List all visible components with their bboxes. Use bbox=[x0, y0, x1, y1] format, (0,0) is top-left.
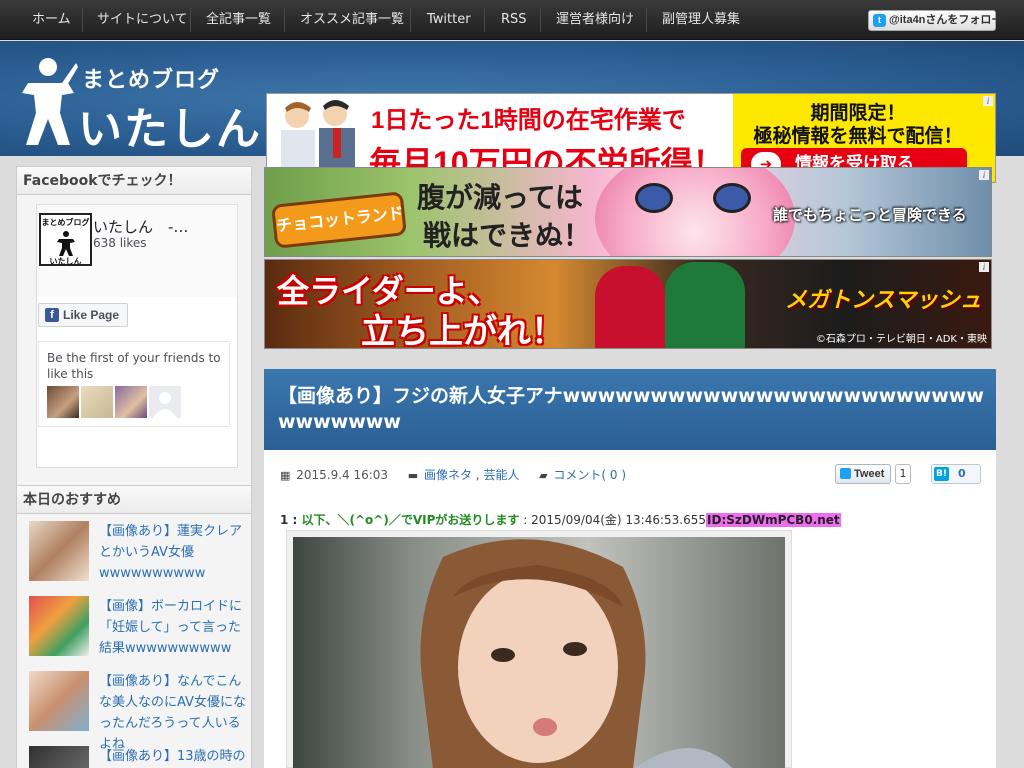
facebook-page-avatar[interactable]: まとめブログ いたしん bbox=[39, 213, 92, 266]
post-number: 1 : bbox=[280, 513, 302, 527]
friend-avatar[interactable] bbox=[115, 386, 147, 418]
logo-title[interactable]: いたしん bbox=[78, 93, 262, 157]
category-link-celebrity[interactable]: 芸能人 bbox=[483, 468, 519, 482]
facebook-friends-text: Be the first of your friends to like thi… bbox=[47, 351, 221, 381]
facebook-like-button[interactable]: f Like Page bbox=[38, 303, 128, 327]
recommend-title[interactable]: 【画像あり】13歳の時の bbox=[99, 746, 247, 767]
friend-avatar[interactable] bbox=[81, 386, 113, 418]
ad-info-icon[interactable]: i bbox=[983, 96, 993, 106]
hatena-bookmark-button[interactable]: B! 0 bbox=[931, 464, 981, 484]
twitter-bird-icon: t bbox=[873, 14, 886, 27]
recommend-title[interactable]: 【画像あり】なんでこんな美人なのにAV女優になったんだろうって人いるよね bbox=[99, 671, 247, 755]
comments-link[interactable]: コメント( 0 ) bbox=[553, 468, 626, 482]
recommend-title[interactable]: 【画像あり】蓮実クレアとかいうAV女優wwwwwwwwww bbox=[99, 521, 247, 584]
article-image-frame bbox=[286, 530, 792, 768]
nav-recommended[interactable]: オススメ記事一覧 bbox=[300, 0, 404, 40]
logo-subtitle[interactable]: まとめブログ bbox=[82, 62, 220, 94]
recommend-thumbnail[interactable] bbox=[29, 671, 89, 731]
nav-twitter[interactable]: Twitter bbox=[427, 0, 471, 40]
facebook-friends-box: Be the first of your friends to like thi… bbox=[38, 341, 230, 427]
choco-tagline: 誰でもちょこっと冒険できる bbox=[773, 206, 967, 224]
post-datetime: : 2015/09/04(金) 13:46:53.655 bbox=[519, 513, 707, 527]
anime-character-illustration bbox=[595, 168, 795, 256]
hatena-count: 0 bbox=[958, 467, 966, 480]
character-eye bbox=[635, 183, 673, 213]
article-date: 2015.9.4 16:03 bbox=[296, 468, 389, 482]
choco-headline-2: 戦はできぬ！ bbox=[423, 219, 592, 252]
rider-hero-illustration bbox=[665, 262, 745, 348]
ad-headline: 1日たった1時間の在宅作業で bbox=[371, 107, 686, 134]
follow-label: @ita4nさんをフォロー bbox=[889, 14, 1003, 26]
nav-divider bbox=[540, 8, 541, 32]
nav-divider bbox=[646, 8, 647, 32]
like-button-label: Like Page bbox=[63, 308, 120, 322]
calendar-icon: ▦ bbox=[280, 469, 291, 482]
nav-divider bbox=[82, 8, 83, 32]
category-link-image-neta[interactable]: 画像ネタ bbox=[424, 468, 472, 482]
tweet-button[interactable]: Tweet bbox=[835, 464, 891, 484]
nav-home[interactable]: ホーム bbox=[32, 0, 71, 40]
facebook-box-title: Facebookでチェック！ bbox=[17, 167, 251, 195]
rider-hero-illustration bbox=[595, 266, 665, 348]
avatar-small-text: まとめブログ bbox=[41, 218, 90, 227]
facebook-page-name[interactable]: いたしん -… bbox=[93, 216, 188, 237]
megaton-smash-logo: メガトンスマッシュ bbox=[785, 288, 982, 313]
post-author: 以下、＼(^o^)／でVIPがお送りします bbox=[301, 513, 520, 527]
nav-sub-admin[interactable]: 副管理人募集 bbox=[662, 0, 740, 40]
top-nav: ホーム サイトについて 全記事一覧 オススメ記事一覧 Twitter RSS 運… bbox=[0, 0, 1024, 40]
post-header: 1 : 以下、＼(^o^)／でVIPがお送りします : 2015/09/04(金… bbox=[280, 511, 841, 528]
article-header: 【画像あり】フジの新人女子アナwwwwwwwwwwwwwwwwwwwwwwwww… bbox=[264, 369, 996, 450]
article-photo[interactable] bbox=[293, 537, 785, 768]
twitter-follow-button[interactable]: t @ita4nさんをフォロー bbox=[868, 10, 1002, 31]
nav-about[interactable]: サイトについて bbox=[97, 0, 188, 40]
nav-all-articles[interactable]: 全記事一覧 bbox=[206, 0, 271, 40]
hatena-bookmark-icon: B! bbox=[934, 467, 949, 481]
comment-icon: ▰ bbox=[539, 469, 548, 482]
chocottoland-ad-banner[interactable]: チョコットランド 腹が減っては 戦はできぬ！ 誰でもちょこっと冒険できる i bbox=[264, 167, 992, 257]
post-id: ID:SzDWmPCB0.net bbox=[706, 513, 841, 527]
category-separator: , bbox=[471, 468, 484, 482]
nav-for-operators[interactable]: 運営者様向け bbox=[556, 0, 634, 40]
recommend-thumbnail[interactable] bbox=[29, 521, 89, 581]
ad-info-icon[interactable]: i bbox=[979, 170, 989, 180]
facebook-like-count: 638 likes bbox=[93, 236, 147, 250]
portrait-photo-illustration bbox=[420, 539, 732, 768]
article-title[interactable]: 【画像あり】フジの新人女子アナwwwwwwwwwwwwwwwwwwwwwwwww… bbox=[278, 383, 990, 435]
character-eye bbox=[713, 183, 751, 213]
recommend-box-title: 本日のおすすめ bbox=[17, 486, 251, 514]
friend-avatar[interactable] bbox=[47, 386, 79, 418]
ninja-logo-icon[interactable] bbox=[18, 53, 78, 149]
recommend-title[interactable]: 【画像】ボーカロイドに「妊娠して」って言った結果wwwwwwwwww bbox=[99, 596, 247, 659]
default-user-icon bbox=[153, 392, 177, 418]
nav-divider bbox=[190, 8, 191, 32]
ad-secret-text: 極秘情報を無料で配信！ bbox=[753, 125, 963, 147]
nav-divider bbox=[484, 8, 485, 32]
nav-divider bbox=[410, 8, 411, 32]
chocottoland-logo: チョコットランド bbox=[271, 191, 407, 249]
ninja-avatar-icon bbox=[56, 231, 75, 256]
tweet-count: 1 bbox=[895, 464, 911, 484]
twitter-bird-icon bbox=[840, 468, 851, 479]
article-meta: ▦ 2015.9.4 16:03 ▬ 画像ネタ , 芸能人 ▰ コメント( 0 … bbox=[280, 466, 626, 483]
ad-info-icon[interactable]: i bbox=[979, 262, 989, 272]
nav-divider bbox=[284, 8, 285, 32]
recommend-box: 本日のおすすめ 【画像あり】蓮実クレアとかいうAV女優wwwwwwwwww 【画… bbox=[16, 485, 252, 768]
folder-icon: ▬ bbox=[407, 469, 419, 482]
friend-avatar[interactable] bbox=[149, 386, 181, 418]
nav-rss[interactable]: RSS bbox=[501, 0, 527, 40]
kamen-rider-ad-banner[interactable]: 全ライダーよ、 立ち上がれ！ メガトンスマッシュ ©石森プロ・テレビ朝日・ADK… bbox=[264, 259, 992, 349]
choco-headline-1: 腹が減っては bbox=[417, 181, 584, 214]
tweet-label: Tweet bbox=[854, 468, 885, 480]
avatar-big-text: いたしん bbox=[49, 257, 82, 266]
article-body: ▦ 2015.9.4 16:03 ▬ 画像ネタ , 芸能人 ▰ コメント( 0 … bbox=[264, 450, 996, 768]
recommend-thumbnail[interactable] bbox=[29, 596, 89, 656]
recommend-thumbnail[interactable] bbox=[29, 746, 89, 768]
site-header: まとめブログ いたしん 1日たった1時間の在宅作業で 毎月10万円の不労所得！ … bbox=[0, 41, 1024, 183]
facebook-icon: f bbox=[45, 308, 59, 322]
rider-copyright: ©石森プロ・テレビ朝日・ADK・東映 bbox=[815, 334, 987, 345]
rider-headline-2: 立ち上がれ！ bbox=[361, 312, 565, 349]
